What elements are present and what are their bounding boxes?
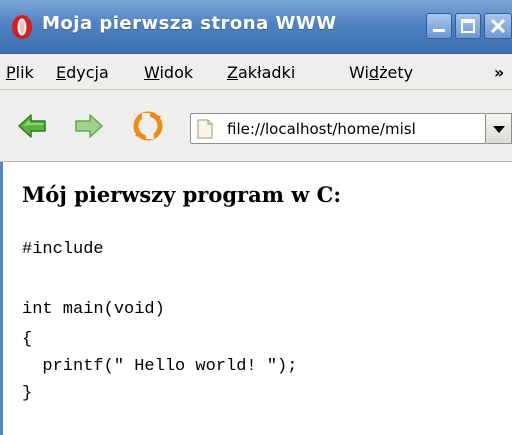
menu-widok[interactable]: Widok [144,63,193,82]
menu-mnemonic: W [144,63,160,82]
forward-arrow-icon[interactable] [73,110,105,142]
dropdown-arrow-icon [493,126,505,133]
menu-widzety[interactable]: Widżety [349,63,413,82]
title-bar[interactable]: Moja pierwsza strona WWW [0,0,512,54]
menu-edycja[interactable]: Edycja [56,63,109,82]
menu-label: lik [15,63,34,82]
code-line: #include [22,240,104,259]
page-heading: Mój pierwszy program w C: [22,182,342,207]
back-arrow-icon[interactable] [16,110,48,142]
menu-mnemonic: d [368,63,380,82]
address-bar[interactable]: file://localhost/home/misl [190,113,486,144]
menu-overflow-button[interactable]: » [494,63,504,82]
menu-label: Wi [349,63,369,82]
reload-icon[interactable] [132,110,164,142]
close-icon [490,18,506,34]
minimize-icon [433,29,445,32]
code-line: int main(void) [22,300,165,319]
minimize-button[interactable] [426,13,452,39]
opera-browser-icon [12,15,32,39]
menu-mnemonic: P [6,63,16,82]
menu-mnemonic: E [56,63,67,82]
menu-bar: Plik Edycja Widok Zakładki Widżety » [0,54,512,90]
code-line: } [22,384,33,403]
maximize-icon [461,19,475,33]
menu-mnemonic: Z [227,63,238,82]
window-title: Moja pierwsza strona WWW [42,13,337,34]
menu-label: żety [379,63,414,82]
url-input[interactable]: file://localhost/home/misl [227,120,483,138]
menu-zakladki[interactable]: Zakładki [227,63,295,82]
address-dropdown-button[interactable] [486,113,512,144]
menu-plik[interactable]: Plik [6,63,34,82]
menu-label: idok [159,63,194,82]
page-icon [197,119,213,139]
menu-label: dycja [66,63,109,82]
code-line: printf(" Hello world! "); [22,357,298,376]
close-button[interactable] [484,13,512,39]
maximize-button[interactable] [455,13,481,39]
code-line: { [22,330,33,349]
menu-label: akładki [237,63,296,82]
